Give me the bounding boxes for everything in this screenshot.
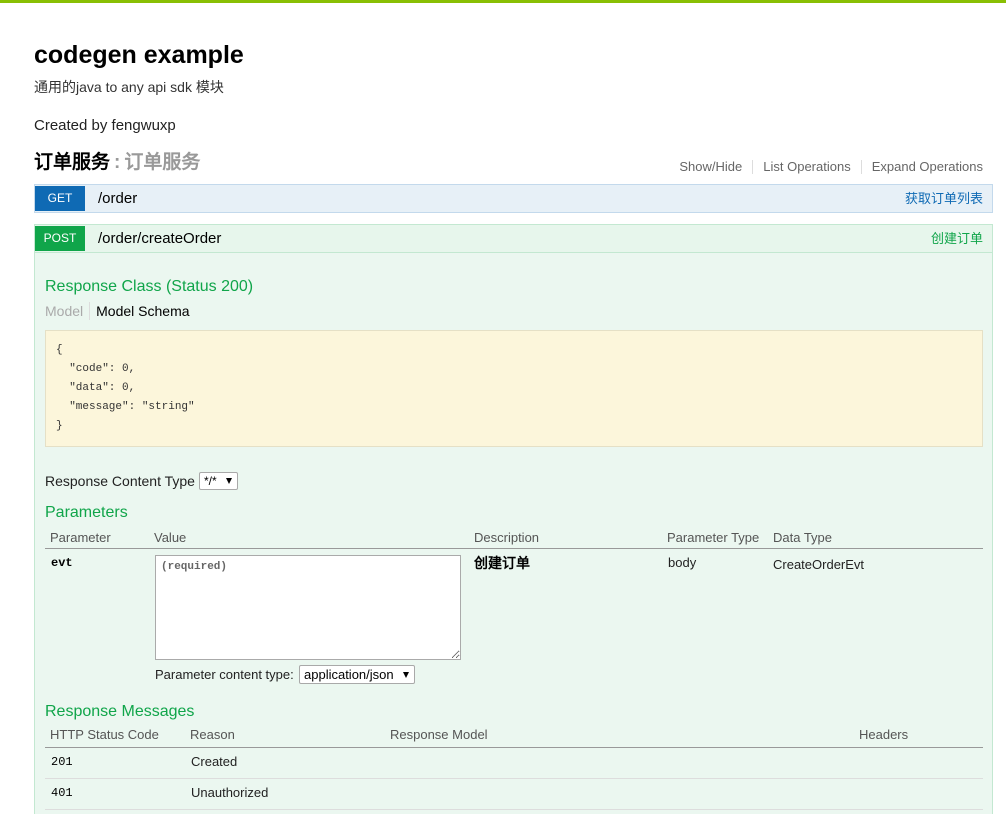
parameter-data-type: CreateOrderEvt (773, 557, 865, 572)
operation-summary[interactable]: 创建订单 (931, 225, 983, 252)
column-header-status-code: HTTP Status Code (50, 727, 159, 742)
operation-summary[interactable]: 获取订单列表 (905, 185, 983, 212)
operation-get-order[interactable]: GET /order 获取订单列表 (34, 184, 993, 213)
column-header-value: Value (154, 530, 187, 545)
resource-actions: Show/Hide List Operations Expand Operati… (669, 160, 983, 174)
operation-path[interactable]: /order (98, 185, 137, 212)
operation-path[interactable]: /order/createOrder (98, 225, 221, 252)
tab-model[interactable]: Model (45, 302, 91, 320)
parameter-content-type-label: Parameter content type: (155, 667, 294, 682)
status-code: 401 (51, 786, 73, 800)
api-title: codegen example (34, 41, 244, 69)
model-schema-snippet[interactable]: { "code": 0, "data": 0, "message": "stri… (45, 330, 983, 447)
column-header-parameter: Parameter (50, 530, 111, 545)
parameter-value-input[interactable] (155, 555, 461, 660)
model-tabs: Model Model Schema (45, 302, 190, 320)
status-code: 201 (51, 755, 73, 769)
column-header-reason: Reason (190, 727, 235, 742)
tab-model-schema[interactable]: Model Schema (90, 302, 189, 320)
http-method-badge[interactable]: GET (35, 186, 85, 211)
http-method-badge[interactable]: POST (35, 226, 85, 251)
operation-post-create-order[interactable]: POST /order/createOrder 创建订单 (34, 224, 993, 253)
chevron-down-icon (226, 478, 232, 484)
operation-details: Response Class (Status 200) Model Model … (34, 253, 993, 814)
table-header-divider (45, 747, 983, 748)
parameter-type: body (668, 555, 697, 570)
resource-name-link[interactable]: 订单服务 (34, 152, 110, 173)
column-header-headers: Headers (859, 727, 909, 742)
column-header-response-model: Response Model (390, 727, 488, 742)
list-operations-link[interactable]: List Operations (753, 160, 862, 174)
resource-separator: : (114, 152, 121, 173)
status-reason: Created (191, 754, 238, 769)
header-bar (0, 0, 1006, 3)
table-row-divider (45, 809, 983, 810)
parameters-title: Parameters (45, 504, 128, 521)
resource-description: 订单服务 (124, 152, 201, 173)
api-created-by: Created by fengwuxp (34, 117, 176, 134)
column-header-data-type: Data Type (773, 530, 833, 545)
expand-operations-link[interactable]: Expand Operations (862, 160, 983, 174)
table-row-divider (45, 778, 983, 779)
select-value: */* (204, 474, 217, 488)
table-header-divider (45, 548, 983, 549)
response-class-title: Response Class (Status 200) (45, 278, 254, 295)
select-value: application/json (304, 667, 394, 682)
response-content-type-select[interactable]: */* (199, 472, 238, 490)
column-header-description: Description (474, 530, 540, 545)
api-description: 通用的java to any api sdk 模块 (34, 79, 224, 95)
parameter-description: 创建订单 (474, 555, 530, 571)
response-content-type-label: Response Content Type (45, 473, 195, 489)
resource-heading: 订单服务: 订单服务 (34, 150, 200, 176)
parameter-name: evt (51, 556, 73, 570)
parameter-content-type-select[interactable]: application/json (299, 665, 415, 684)
column-header-parameter-type: Parameter Type (667, 530, 760, 545)
show-hide-link[interactable]: Show/Hide (669, 160, 754, 174)
response-messages-title: Response Messages (45, 703, 195, 720)
chevron-down-icon (403, 671, 409, 678)
status-reason: Unauthorized (191, 785, 269, 800)
